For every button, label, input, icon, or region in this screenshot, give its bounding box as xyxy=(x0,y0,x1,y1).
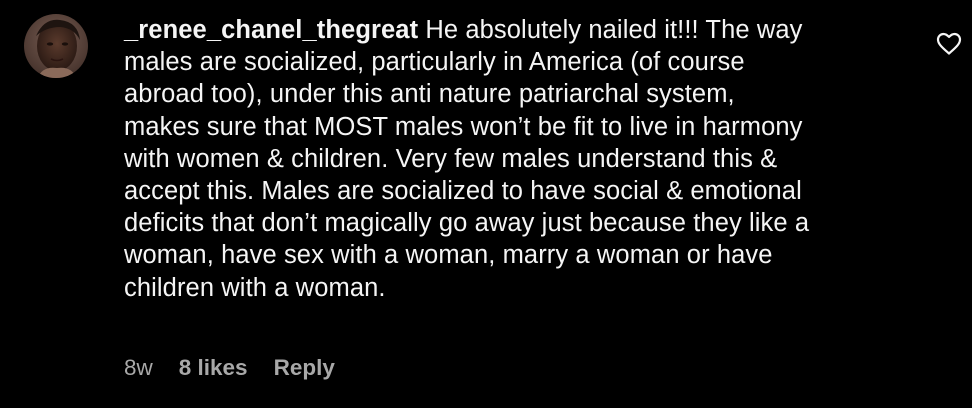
comment-body: _renee_chanel_thegreat He absolutely nai… xyxy=(124,14,914,304)
reply-button[interactable]: Reply xyxy=(274,355,335,381)
avatar-image xyxy=(24,14,88,78)
likes-count-link[interactable]: 8 likes xyxy=(179,355,248,381)
avatar[interactable] xyxy=(24,14,88,78)
comment-text: He absolutely nailed it!!! The way males… xyxy=(124,16,810,302)
comment-username[interactable]: _renee_chanel_thegreat xyxy=(124,16,418,44)
comment: _renee_chanel_thegreat He absolutely nai… xyxy=(0,0,972,408)
heart-outline-icon[interactable] xyxy=(936,32,962,56)
comment-meta: 8w 8 likes Reply xyxy=(124,355,335,381)
comment-timestamp: 8w xyxy=(124,355,153,380)
